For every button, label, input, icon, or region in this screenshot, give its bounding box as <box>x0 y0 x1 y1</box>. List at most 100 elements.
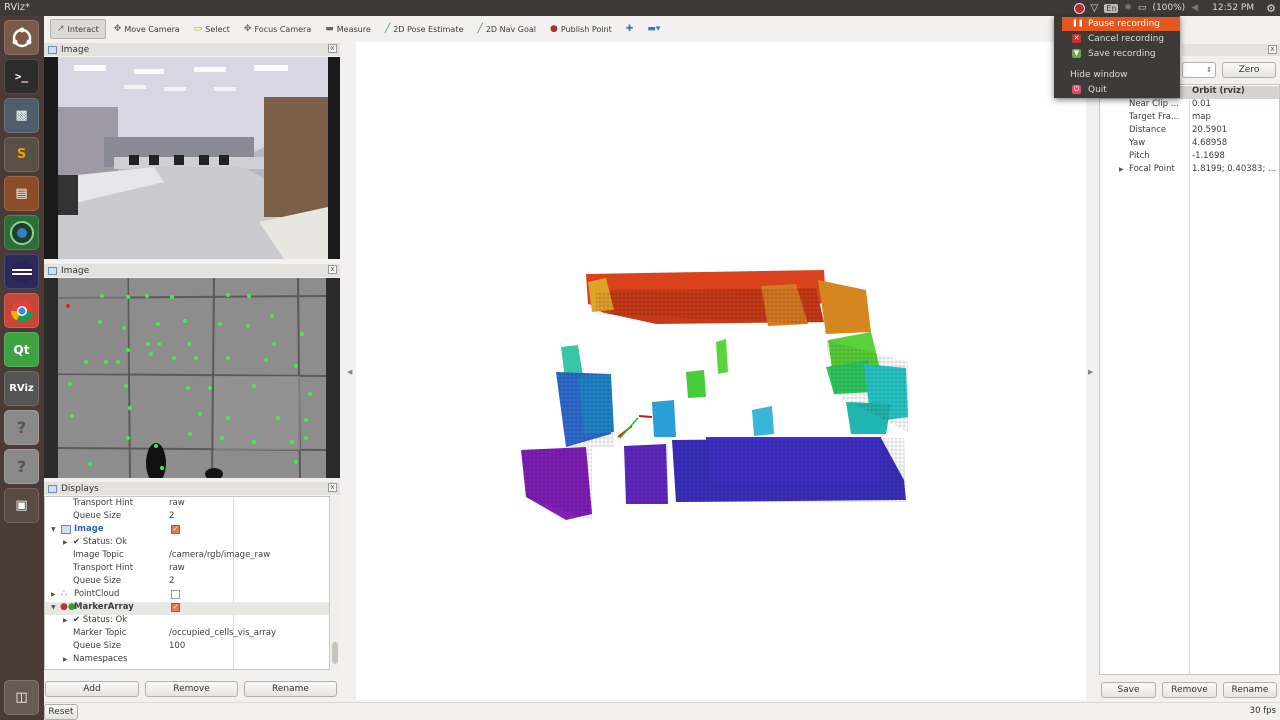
tool-move-camera[interactable]: ✥ Move Camera <box>108 19 186 39</box>
tool-focus-camera[interactable]: ✥ Focus Camera <box>238 19 317 39</box>
tree-row[interactable]: Queue Size 2 <box>45 511 329 524</box>
workspace-switcher-icon[interactable]: ▣ <box>4 488 39 523</box>
tool-measure[interactable]: ▬ Measure <box>319 19 377 39</box>
view-row[interactable]: Yaw 4.68958 <box>1100 138 1279 151</box>
unknown-app-icon[interactable]: ? <box>4 449 39 484</box>
tool-2d-pose-estimate[interactable]: ╱ 2D Pose Estimate <box>379 19 470 39</box>
tree-row[interactable]: Transport Hint raw <box>45 563 329 576</box>
property-value[interactable]: 2 <box>169 511 174 521</box>
battery-icon[interactable]: ▭ <box>1138 3 1147 13</box>
trash-icon[interactable]: ◫ <box>4 680 39 715</box>
system-monitor-icon[interactable]: ▩ <box>4 98 39 133</box>
view-row[interactable]: Distance 20.5901 <box>1100 125 1279 138</box>
collapse-arrow-icon[interactable]: ▼ <box>51 526 56 533</box>
tree-row[interactable]: ▶ ✔ Status: Ok <box>45 537 329 550</box>
tree-row[interactable]: Marker Topic/occupied_cells_vis_array <box>45 628 329 641</box>
property-value[interactable]: -1.1698 <box>1192 151 1225 161</box>
image-display-checkbox[interactable]: ✓ <box>171 525 180 534</box>
reset-button[interactable]: Reset <box>44 704 78 720</box>
panel-title: Image <box>61 44 90 55</box>
tool-select[interactable]: ▭ Select <box>188 19 236 39</box>
expand-arrow-icon[interactable]: ▶ <box>63 656 68 663</box>
close-icon[interactable]: x <box>1268 45 1277 54</box>
displays-scrollbar[interactable] <box>331 496 339 670</box>
tree-row[interactable]: Queue Size 2 <box>45 576 329 589</box>
tree-row[interactable]: Transport Hint raw <box>45 498 329 511</box>
property-value[interactable]: /camera/rgb/image_raw <box>169 550 270 560</box>
expand-arrow-icon[interactable]: ▶ <box>51 591 56 598</box>
markerarray-checkbox[interactable]: ✓ <box>171 603 180 612</box>
save-recording-item[interactable]: ▼ Save recording <box>1054 47 1180 61</box>
zero-button[interactable]: Zero <box>1222 62 1276 78</box>
remove-display-button[interactable]: Remove <box>145 681 238 697</box>
settings-gear-icon[interactable]: ⚙ <box>1266 2 1276 15</box>
unknown-app-icon[interactable]: ? <box>4 410 39 445</box>
ubuntu-dash-icon[interactable] <box>4 20 39 55</box>
property-value[interactable]: 4.68958 <box>1192 138 1227 148</box>
property-value[interactable]: 1.8199; 0.40383; ... <box>1192 164 1276 174</box>
add-tool-button[interactable]: ✚ <box>620 19 640 39</box>
add-display-button[interactable]: Add <box>45 681 139 697</box>
volume-icon[interactable]: ◀ <box>1191 3 1198 13</box>
property-value[interactable]: /occupied_cells_vis_array <box>169 628 276 638</box>
hide-window-item[interactable]: Hide window <box>1054 68 1180 82</box>
close-icon[interactable]: x <box>328 265 337 274</box>
recording-indicator-icon[interactable] <box>1073 2 1085 14</box>
property-value[interactable]: map <box>1192 112 1211 122</box>
remove-tool-button[interactable]: ▬▾ <box>641 19 666 39</box>
expand-arrow-icon[interactable]: ▶ <box>63 539 68 546</box>
remove-view-button[interactable]: Remove <box>1162 682 1217 698</box>
chrome-icon[interactable] <box>4 293 39 328</box>
tool-interact[interactable]: ↗ Interact <box>50 19 106 39</box>
tree-row-markerarray[interactable]: ▼ ●● MarkerArray ✓ <box>45 602 329 615</box>
clock[interactable]: 12:52 PM <box>1212 3 1254 13</box>
wifi-icon[interactable]: ▽ <box>1091 3 1099 14</box>
tool-publish-point[interactable]: ● Publish Point <box>544 19 618 39</box>
property-value[interactable]: 0.01 <box>1192 99 1211 109</box>
close-icon[interactable]: x <box>328 44 337 53</box>
tree-row[interactable]: Image Topic/camera/rgb/image_raw <box>45 550 329 563</box>
rviz-icon[interactable]: RViz <box>4 371 39 406</box>
cancel-recording-item[interactable]: ✕ Cancel recording <box>1054 32 1180 46</box>
pointcloud-checkbox[interactable] <box>171 590 180 599</box>
collapse-arrow-icon[interactable]: ▼ <box>51 604 56 611</box>
rename-view-button[interactable]: Rename <box>1223 682 1277 698</box>
close-icon[interactable]: x <box>328 483 337 492</box>
expand-arrow-icon[interactable]: ▶ <box>63 617 68 624</box>
view-row[interactable]: ▶ Focal Point 1.8199; 0.40383; ... <box>1100 164 1279 177</box>
tree-row[interactable]: ▶ ✔ Status: Ok <box>45 615 329 628</box>
terminal-icon[interactable]: >_ <box>4 59 39 94</box>
view-type-combo[interactable]: ⇕ <box>1182 62 1216 78</box>
sublime-text-icon[interactable]: S <box>4 137 39 172</box>
save-view-button[interactable]: Save <box>1101 682 1156 698</box>
tree-row[interactable]: Queue Size 100 <box>45 641 329 654</box>
pause-recording-item[interactable]: ❚❚ Pause recording <box>1062 17 1180 31</box>
tree-row[interactable]: ▶ Namespaces <box>45 654 329 667</box>
property-value[interactable]: 100 <box>169 641 185 651</box>
keyboard-layout[interactable]: En <box>1104 3 1119 13</box>
displays-tree[interactable]: Transport Hint raw Queue Size 2 ▼ Image ✓ … <box>44 496 330 670</box>
views-tree[interactable]: Orbit (rviz) Near Clip ... 0.01 Target Fr… <box>1099 84 1280 675</box>
tree-row-image[interactable]: ▼ Image ✓ <box>45 524 329 537</box>
qt-creator-icon[interactable]: Qt <box>4 332 39 367</box>
eclipse-icon[interactable] <box>4 254 39 289</box>
3d-render-view[interactable] <box>356 42 1086 700</box>
bluetooth-icon[interactable]: ✱ <box>1124 3 1132 13</box>
files-icon[interactable]: ▤ <box>4 176 39 211</box>
property-value[interactable]: raw <box>169 563 185 573</box>
property-value[interactable]: raw <box>169 498 185 508</box>
view-row[interactable]: Pitch -1.1698 <box>1100 151 1279 164</box>
tool-2d-nav-goal[interactable]: ╱ 2D Nav Goal <box>471 19 542 39</box>
tree-row-pointcloud[interactable]: ▶ ∴ PointCloud <box>45 589 329 602</box>
right-collapse-arrow-icon[interactable]: ▶ <box>1088 368 1093 376</box>
view-row[interactable]: Target Fra... map <box>1100 112 1279 125</box>
globe-icon[interactable] <box>4 215 39 250</box>
property-value[interactable]: 20.5901 <box>1192 125 1227 135</box>
left-collapse-arrow-icon[interactable]: ◀ <box>347 368 352 376</box>
expand-arrow-icon[interactable]: ▶ <box>1119 166 1124 173</box>
scrollbar-thumb[interactable] <box>332 642 338 664</box>
property-value[interactable]: 2 <box>169 576 174 586</box>
quit-item[interactable]: ⏻ Quit <box>1054 83 1180 97</box>
view-row[interactable]: Near Clip ... 0.01 <box>1100 99 1279 112</box>
rename-display-button[interactable]: Rename <box>244 681 337 697</box>
